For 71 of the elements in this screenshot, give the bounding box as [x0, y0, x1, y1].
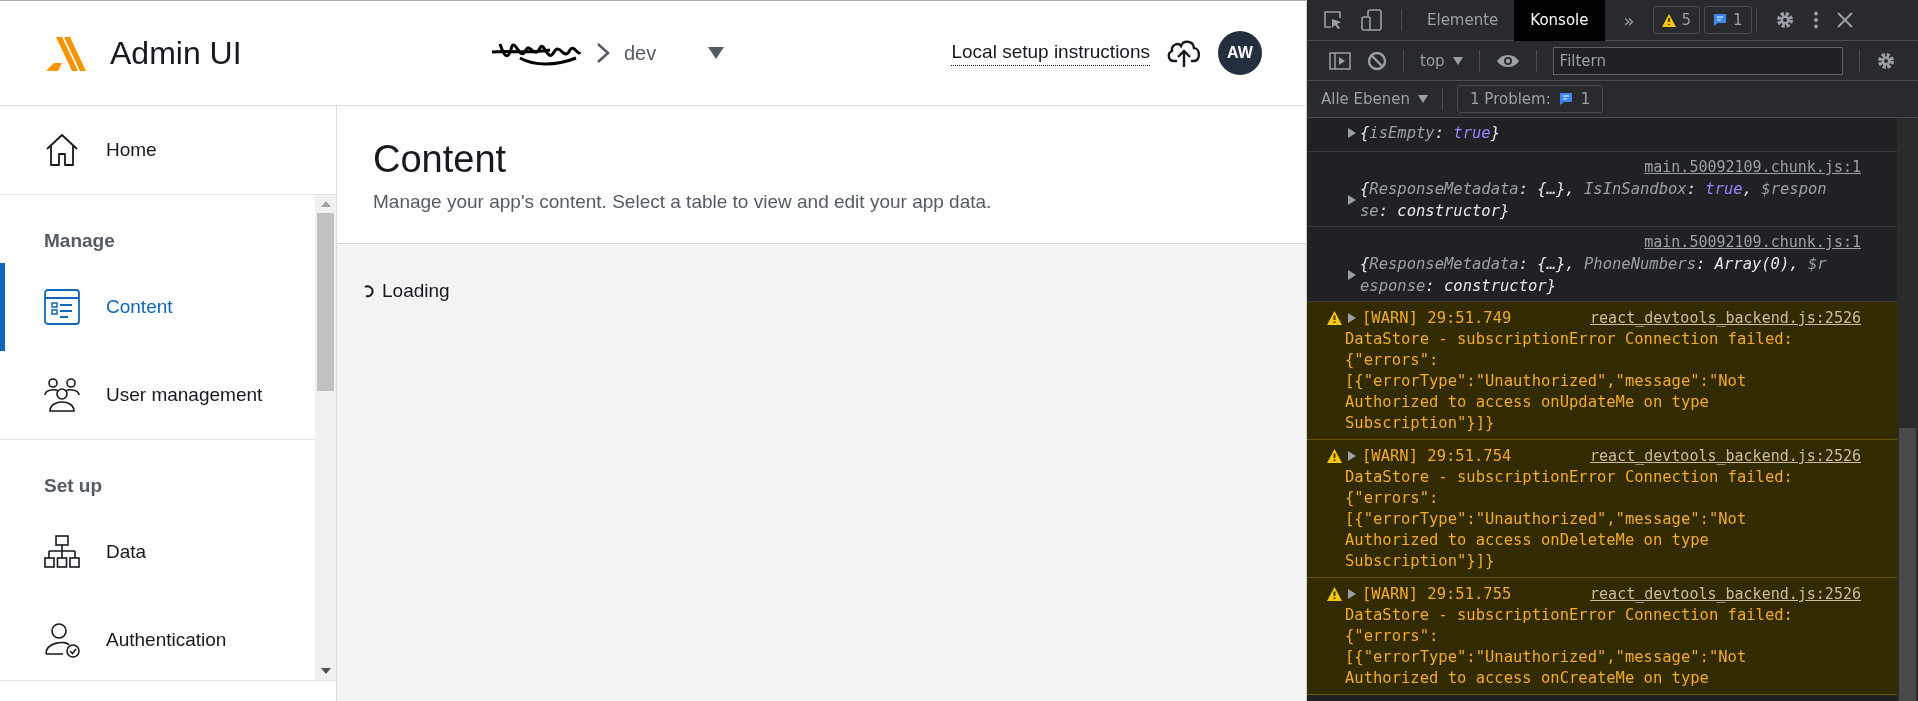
inspect-icon[interactable]	[1323, 10, 1343, 30]
sidebar-toggle-icon[interactable]	[1329, 51, 1351, 70]
user-check-icon	[44, 622, 80, 658]
expand-icon[interactable]	[1348, 270, 1356, 280]
home-icon	[44, 132, 80, 168]
message-icon	[1558, 92, 1573, 106]
user-avatar[interactable]: AW	[1218, 31, 1262, 75]
problems-button[interactable]: 1 Problem: 1	[1457, 85, 1604, 113]
warning-icon	[1327, 587, 1342, 601]
scrollbar[interactable]	[315, 195, 336, 680]
source-link[interactable]: main.50092109.chunk.js:1	[1644, 156, 1861, 178]
source-link[interactable]: react_devtools_backend.js:2526	[1590, 583, 1861, 605]
kebab-menu-icon[interactable]	[1812, 11, 1819, 29]
home-nav-item[interactable]: Home	[0, 106, 336, 194]
page-title: Content	[373, 138, 508, 181]
filter-field[interactable]: Filtern	[1552, 46, 1843, 75]
dropdown-caret-icon[interactable]	[708, 47, 725, 59]
devtools-tab[interactable]: Elemente	[1411, 0, 1515, 41]
device-icon[interactable]	[1361, 9, 1383, 31]
log-prefix: [WARN] 29:51.754	[1362, 445, 1512, 467]
environment-name: dev	[624, 41, 657, 65]
section-heading: Manage	[43, 229, 116, 253]
source-link[interactable]: react_devtools_backend.js:2526	[1590, 307, 1861, 329]
list-icon	[44, 289, 80, 325]
caret-icon	[1452, 56, 1463, 65]
setup-instructions-link[interactable]: Local setup instructions	[951, 40, 1150, 66]
object-preview: {ResponseMetadata: {…}, PhoneNumbers: Array(0), $response: constructor}	[1360, 254, 1828, 297]
nav-item[interactable]: User management	[0, 351, 315, 439]
warning-icon	[1327, 311, 1342, 325]
chevron-right-icon	[596, 42, 610, 64]
log-prefix: [WARN] 29:51.755	[1362, 583, 1512, 605]
app-name: Admin UI	[110, 34, 242, 72]
scroll-down-icon[interactable]	[320, 668, 331, 674]
warning-icon	[1661, 13, 1676, 27]
log-prefix: [WARN] 29:51.749	[1362, 307, 1512, 329]
settings-icon[interactable]	[1774, 10, 1795, 30]
message-icon	[1713, 13, 1728, 27]
warning-message: DataStore - subscriptionError Connection failed: {"errors": [{"errorType":"Unauthorized","message":"Not Authorized to access onDeleteMe on type Subscription"}]}	[1344, 467, 1794, 572]
messages-badge[interactable]: 1	[1704, 6, 1752, 34]
source-link[interactable]: react_devtools_backend.js:2526	[1590, 445, 1861, 467]
scrollbar[interactable]	[1897, 118, 1918, 701]
more-tabs[interactable]: »	[1623, 9, 1635, 31]
clear-console-icon[interactable]	[1367, 50, 1387, 71]
expand-icon[interactable]	[1348, 313, 1356, 323]
close-icon[interactable]	[1836, 12, 1853, 28]
expand-icon[interactable]	[1348, 195, 1356, 205]
devtools-tab[interactable]: Konsole	[1514, 0, 1605, 41]
section-heading: Set up	[43, 474, 104, 498]
warning-icon	[1327, 449, 1342, 463]
expand-icon[interactable]	[1348, 451, 1356, 461]
loading-text: Loading	[382, 280, 450, 302]
expand-icon[interactable]	[1348, 589, 1356, 599]
sitemap-icon	[44, 534, 80, 570]
object-preview: {isEmpty: true}	[1360, 122, 1501, 144]
users-icon	[44, 377, 80, 413]
eye-icon[interactable]	[1495, 52, 1520, 69]
caret-icon	[1418, 95, 1429, 103]
nav-item[interactable]: Data	[0, 508, 315, 596]
settings-icon[interactable]	[1875, 50, 1896, 71]
spinner-icon	[363, 284, 374, 298]
warnings-badge[interactable]: 5	[1652, 6, 1701, 34]
nav-item[interactable]: Content	[0, 263, 315, 351]
nav-item[interactable]: Authentication	[0, 596, 315, 684]
object-preview: {ResponseMetadata: {…}, IsInSandbox: true, $response: constructor}	[1360, 179, 1828, 222]
warning-message: DataStore - subscriptionError Connection failed: {"errors": [{"errorType":"Unauthorized","message":"Not Authorized to access onCreateMe on type	[1344, 605, 1794, 689]
page-subtitle: Manage your app's content. Select a table to view and edit your app data.	[373, 191, 993, 213]
warning-message: DataStore - subscriptionError Connection failed: {"errors": [{"errorType":"Unauthorized","message":"Not Authorized to access onUpdateMe on type Subscription"}]}	[1344, 329, 1794, 434]
levels-dropdown[interactable]: Alle Ebenen	[1321, 90, 1429, 108]
expand-icon[interactable]	[1348, 127, 1356, 138]
source-link[interactable]: main.50092109.chunk.js:1	[1644, 231, 1861, 253]
context-dropdown[interactable]: top	[1420, 51, 1463, 70]
